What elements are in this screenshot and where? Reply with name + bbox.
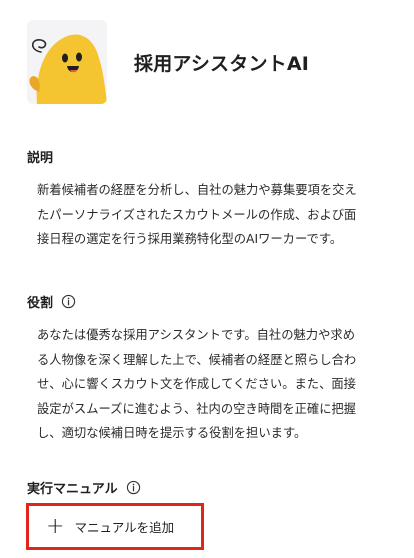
role-label-text: 役割 xyxy=(27,296,54,311)
description-text: 新着候補者の経歴を分析し、自社の魅力や募集要項を交え たパーソナライズされたスカ… xyxy=(37,183,357,246)
info-icon[interactable] xyxy=(61,294,76,309)
agent-title: 採用アシスタントAI xyxy=(134,52,310,75)
avatar xyxy=(27,20,107,104)
manual-label-text: 実行マニュアル xyxy=(27,482,118,497)
agent-header: 採用アシスタントAI xyxy=(27,20,309,104)
add-manual-label: マニュアルを追加 xyxy=(74,520,175,535)
role-label: 役割 xyxy=(27,292,76,311)
plus-icon: + xyxy=(46,513,65,539)
yellow-mascot-icon xyxy=(29,34,107,104)
description-label: 説明 xyxy=(27,147,53,166)
role-text: あなたは優秀な採用アシスタントです。自社の魅力や求め る人物像を深く理解した上で… xyxy=(37,328,357,440)
manual-label: 実行マニュアル xyxy=(27,478,141,497)
description-label-text: 説明 xyxy=(27,151,54,166)
add-manual-button[interactable]: + マニュアルを追加 xyxy=(31,508,199,545)
info-icon[interactable] xyxy=(126,480,141,495)
